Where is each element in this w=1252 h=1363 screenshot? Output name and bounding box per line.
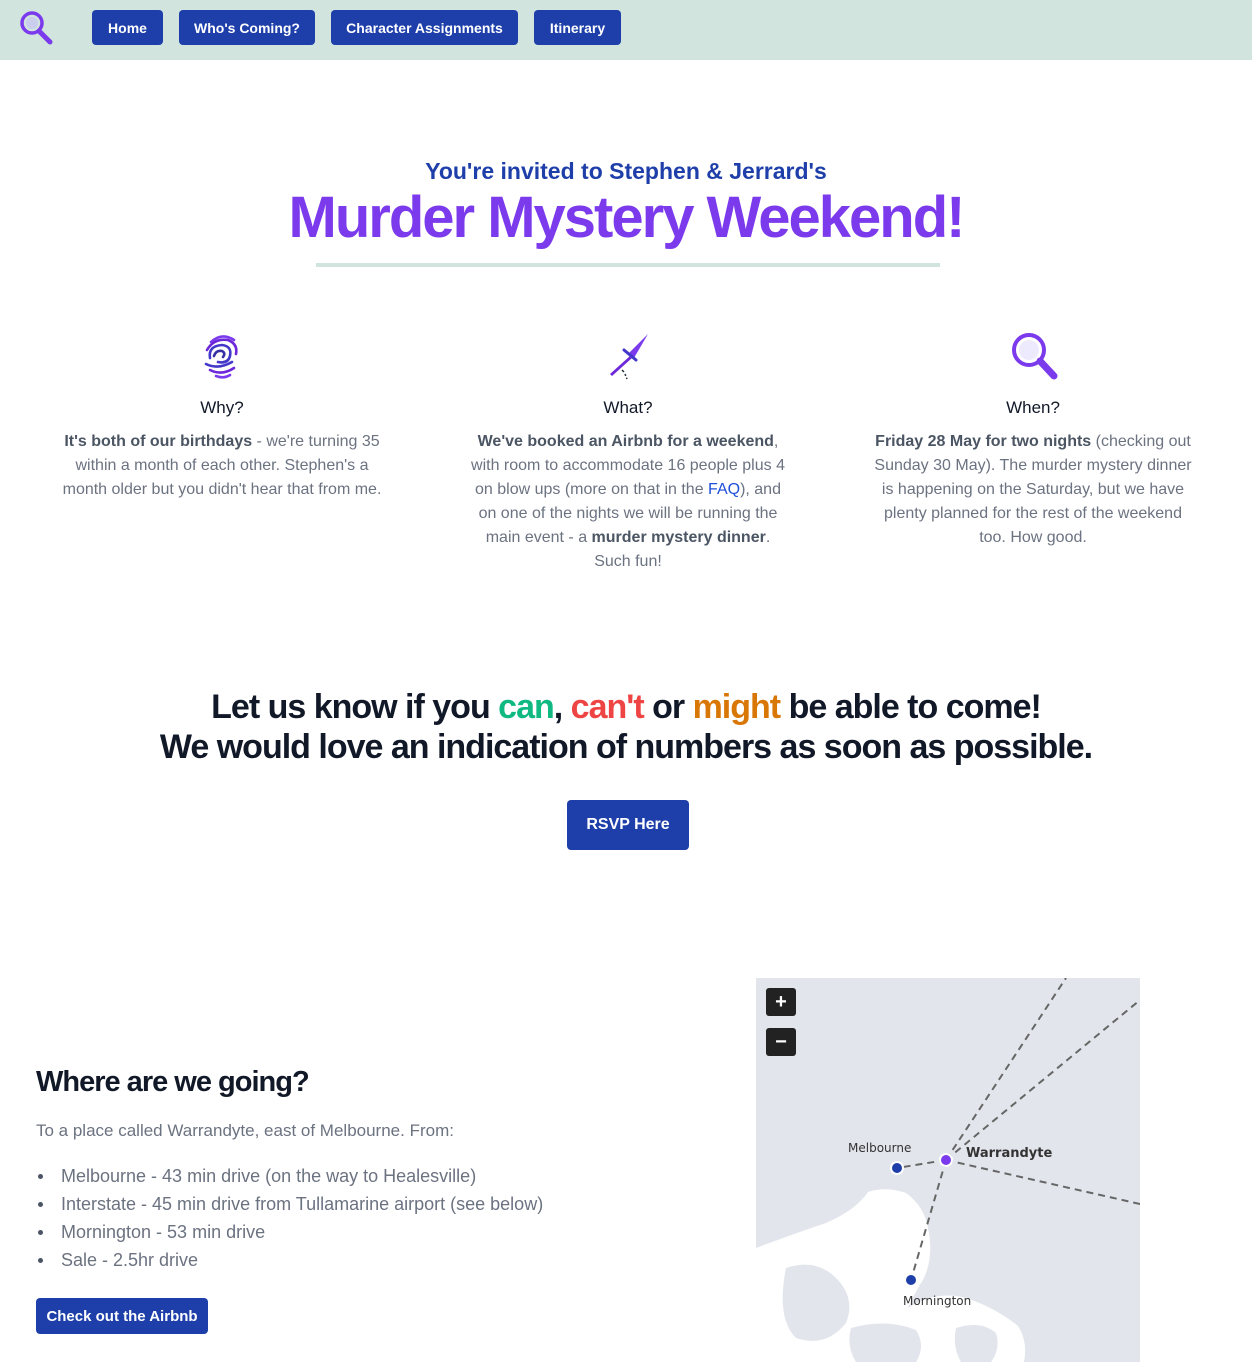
faq-link[interactable]: FAQ — [708, 481, 740, 498]
route-north — [945, 978, 1067, 1161]
airbnb-button[interactable]: Check out the Airbnb — [36, 1298, 208, 1334]
feature-what: What? We've booked an Airbnb for a weeke… — [468, 328, 788, 574]
feature-when-body: Friday 28 May for two nights (checking o… — [874, 433, 1192, 546]
knife-icon — [610, 334, 648, 380]
hero-subtitle: You're invited to Stephen & Jerrard's — [425, 158, 827, 184]
nav-character-assignments-button[interactable]: Character Assignments — [331, 10, 518, 45]
feature-what-body: We've booked an Airbnb for a weekend, wi… — [471, 433, 785, 570]
feature-why-title: Why? — [200, 398, 244, 417]
fingerprint-icon — [204, 335, 238, 379]
map-label-warrandyte: Warrandyte — [966, 1146, 1053, 1161]
map-label-mornington: Mornington — [903, 1294, 972, 1308]
rsvp-button[interactable]: RSVP Here — [567, 800, 689, 850]
list-item: Melbourne - 43 min drive (on the way to … — [36, 1164, 543, 1192]
land-peninsula-south — [849, 1323, 921, 1362]
magnifier-logo-icon[interactable] — [18, 10, 54, 46]
magnifier-icon — [1012, 333, 1058, 380]
feature-when: When? Friday 28 May for two nights (chec… — [873, 328, 1193, 550]
top-nav: Home Who's Coming? Character Assignments… — [0, 0, 1252, 60]
list-item: Mornington - 53 min drive — [36, 1220, 543, 1248]
warrandyte-marker[interactable] — [941, 1155, 951, 1165]
list-item: Interstate - 45 min drive from Tullamari… — [36, 1192, 543, 1220]
where-list: Melbourne - 43 min drive (on the way to … — [36, 1164, 543, 1276]
feature-when-title: When? — [1006, 398, 1060, 417]
rsvp-heading-line2: We would love an indication of numbers a… — [159, 728, 1093, 766]
feature-what-title: What? — [603, 398, 653, 417]
zoom-in-button[interactable]: + — [766, 988, 796, 1016]
list-item: Sale - 2.5hr drive — [36, 1248, 543, 1276]
nav-whos-coming-button[interactable]: Who's Coming? — [179, 10, 315, 45]
route-east — [945, 1159, 1140, 1205]
nav-itinerary-button[interactable]: Itinerary — [534, 10, 621, 45]
where-intro: To a place called Warrandyte, east of Me… — [36, 1121, 454, 1140]
feature-why-body: It's both of our birthdays - we're turni… — [62, 433, 382, 498]
zoom-out-button[interactable]: − — [766, 1028, 796, 1056]
rsvp-heading-line1: Let us know if you can, can't or might b… — [211, 688, 1042, 726]
map-label-melbourne: Melbourne — [848, 1141, 912, 1155]
hero-divider — [316, 263, 940, 267]
mornington-marker[interactable] — [906, 1275, 916, 1285]
nav-home-button[interactable]: Home — [92, 10, 163, 45]
land-island — [954, 1324, 998, 1362]
route-melbourne — [896, 1159, 947, 1169]
melbourne-marker[interactable] — [892, 1163, 902, 1173]
location-map[interactable]: + − Melbourne Warrandyte Mornington — [756, 978, 1140, 1362]
feature-why: Why? It's both of our birthdays - we're … — [62, 328, 382, 502]
where-title: Where are we going? — [36, 1066, 310, 1098]
hero-title: Murder Mystery Weekend! — [288, 185, 966, 250]
route-northeast — [945, 999, 1140, 1161]
